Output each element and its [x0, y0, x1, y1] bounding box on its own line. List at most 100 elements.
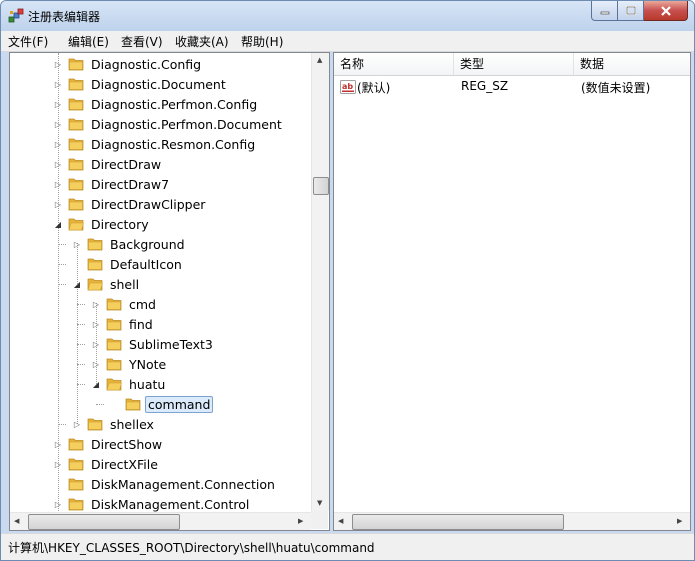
- tree-item-find[interactable]: ▷ find: [90, 314, 156, 334]
- expand-arrow-icon[interactable]: ▷: [52, 138, 64, 150]
- menu-view[interactable]: 查看(V): [121, 33, 163, 50]
- tree-item-huatu[interactable]: ◢ huatu: [90, 374, 168, 394]
- column-header-data[interactable]: 数据: [574, 53, 690, 75]
- tree-item-label: SublimeText3: [129, 336, 213, 352]
- tree-guide-connector: [96, 404, 104, 405]
- menu-help[interactable]: 帮助(H): [241, 33, 283, 50]
- tree-item-label: DirectDrawClipper: [91, 196, 206, 212]
- expand-arrow-icon[interactable]: ▷: [52, 458, 64, 470]
- tree-item-label: DirectShow: [91, 436, 163, 452]
- scroll-down-arrow-icon[interactable]: ▼: [317, 499, 322, 507]
- expand-arrow-icon[interactable]: ▷: [52, 498, 64, 510]
- value-list-pane[interactable]: 名称 类型 数据 ab (默认) REG_SZ (数值未设置) ◀ ▶: [333, 52, 691, 531]
- expand-arrow-icon[interactable]: ▷: [90, 318, 102, 330]
- tree-item-diagnostic-perfmon-document[interactable]: ▷ Diagnostic.Perfmon.Document: [52, 114, 285, 134]
- tree-item-label: huatu: [129, 376, 166, 392]
- collapse-arrow-icon[interactable]: ◢: [52, 218, 64, 230]
- folder-icon: [87, 238, 103, 251]
- maximize-icon: [625, 6, 636, 15]
- expand-arrow-icon[interactable]: ▷: [71, 418, 83, 430]
- tree-item-directdrawclipper[interactable]: ▷ DirectDrawClipper: [52, 194, 208, 214]
- tree-item-diagnostic-resmon-config[interactable]: ▷ Diagnostic.Resmon.Config: [52, 134, 258, 154]
- expand-arrow-icon[interactable]: ▷: [52, 78, 64, 90]
- tree-item-label: Background: [110, 236, 185, 252]
- folder-icon: [125, 398, 141, 411]
- tree-item-sublimetext3[interactable]: ▷ SublimeText3: [90, 334, 216, 354]
- tree-item-label: shellex: [110, 416, 154, 432]
- collapse-arrow-icon[interactable]: ◢: [71, 278, 83, 290]
- tree-item-label: DirectDraw7: [91, 176, 170, 192]
- expand-arrow-icon[interactable]: ▷: [52, 158, 64, 170]
- tree-item-label: Directory: [91, 216, 149, 232]
- folder-icon: [68, 78, 84, 91]
- column-header-name[interactable]: 名称: [334, 53, 454, 75]
- title-bar[interactable]: 注册表编辑器: [1, 1, 694, 31]
- expand-arrow-icon[interactable]: ▷: [52, 198, 64, 210]
- tree-item-diagnostic-config[interactable]: ▷ Diagnostic.Config: [52, 54, 204, 74]
- value-row[interactable]: ab (默认) REG_SZ (数值未设置): [334, 77, 690, 97]
- folder-icon: [68, 58, 84, 71]
- tree-horizontal-scroll-thumb[interactable]: [28, 514, 180, 530]
- menu-file[interactable]: 文件(F): [8, 33, 48, 50]
- folder-icon: [106, 338, 122, 351]
- menu-edit[interactable]: 编辑(E): [68, 33, 109, 50]
- expand-arrow-icon[interactable]: ▷: [90, 338, 102, 350]
- folder-icon: [68, 458, 84, 471]
- scroll-left-arrow-icon[interactable]: ◀: [338, 517, 343, 525]
- tree-item-diskmanagement-connection[interactable]: DiskManagement.Connection: [52, 474, 278, 494]
- tree-item-directory[interactable]: ◢ Directory: [52, 214, 152, 234]
- scroll-right-arrow-icon[interactable]: ▶: [298, 517, 303, 525]
- tree-guide-connector: [77, 304, 85, 305]
- tree-item-command[interactable]: command: [109, 394, 214, 414]
- tree-vertical-scroll-thumb[interactable]: [313, 177, 329, 195]
- menu-bar: 文件(F) 编辑(E) 查看(V) 收藏夹(A) 帮助(H): [1, 31, 694, 52]
- tree-item-diagnostic-document[interactable]: ▷ Diagnostic.Document: [52, 74, 229, 94]
- tree-vertical-scrollbar[interactable]: ▲ ▼: [311, 53, 329, 511]
- tree-item-label: DiskManagement.Connection: [91, 476, 275, 492]
- scroll-corner: [311, 511, 328, 529]
- folder-icon: [106, 298, 122, 311]
- expand-arrow-icon[interactable]: ▷: [52, 58, 64, 70]
- regedit-icon: [8, 8, 24, 23]
- scroll-up-arrow-icon[interactable]: ▲: [317, 56, 322, 64]
- list-horizontal-scrollbar[interactable]: ◀ ▶: [334, 512, 690, 530]
- expand-arrow-icon[interactable]: ▷: [52, 438, 64, 450]
- tree-item-label-selected: command: [145, 395, 214, 413]
- tree-item-background[interactable]: ▷ Background: [71, 234, 188, 254]
- scroll-left-arrow-icon[interactable]: ◀: [14, 517, 19, 525]
- expand-arrow-icon[interactable]: ▷: [90, 358, 102, 370]
- column-header-type[interactable]: 类型: [454, 53, 574, 75]
- list-horizontal-scroll-thumb[interactable]: [352, 514, 564, 530]
- tree-item-shell[interactable]: ◢ shell: [71, 274, 142, 294]
- folder-icon: [68, 138, 84, 151]
- maximize-button[interactable]: [618, 1, 644, 21]
- tree-guide-connector: [58, 264, 66, 265]
- close-button[interactable]: [644, 1, 688, 21]
- collapse-arrow-icon[interactable]: ◢: [90, 378, 102, 390]
- expand-arrow-icon[interactable]: ▷: [52, 98, 64, 110]
- tree-item-directshow[interactable]: ▷ DirectShow: [52, 434, 165, 454]
- expand-arrow-icon[interactable]: ▷: [52, 178, 64, 190]
- tree-item-ynote[interactable]: ▷ YNote: [90, 354, 169, 374]
- tree-item-directdraw[interactable]: ▷ DirectDraw: [52, 154, 164, 174]
- expand-arrow-icon[interactable]: ▷: [90, 298, 102, 310]
- tree-horizontal-scrollbar[interactable]: ◀ ▶: [10, 512, 311, 530]
- value-data: (数值未设置): [581, 81, 651, 95]
- expand-arrow-icon[interactable]: ▷: [52, 118, 64, 130]
- expand-arrow-icon[interactable]: ▷: [71, 238, 83, 250]
- window-controls: [591, 1, 688, 21]
- tree-item-defaulticon[interactable]: DefaultIcon: [71, 254, 185, 274]
- minimize-button[interactable]: [591, 1, 618, 21]
- tree-item-directxfile[interactable]: ▷ DirectXFile: [52, 454, 161, 474]
- tree-guide-connector: [77, 344, 85, 345]
- tree-item-shellex[interactable]: ▷ shellex: [71, 414, 157, 434]
- folder-icon: [87, 258, 103, 271]
- menu-favorites[interactable]: 收藏夹(A): [175, 33, 229, 50]
- tree-item-cmd[interactable]: ▷ cmd: [90, 294, 159, 314]
- tree-item-directdraw7[interactable]: ▷ DirectDraw7: [52, 174, 172, 194]
- tree-item-diagnostic-perfmon-config[interactable]: ▷ Diagnostic.Perfmon.Config: [52, 94, 260, 114]
- tree-item-diskmanagement-control[interactable]: ▷ DiskManagement.Control: [52, 494, 252, 514]
- key-tree-pane[interactable]: ▷ Diagnostic.Config ▷ Diagnostic.Document ▷ D…: [9, 52, 330, 531]
- scroll-right-arrow-icon[interactable]: ▶: [677, 517, 682, 525]
